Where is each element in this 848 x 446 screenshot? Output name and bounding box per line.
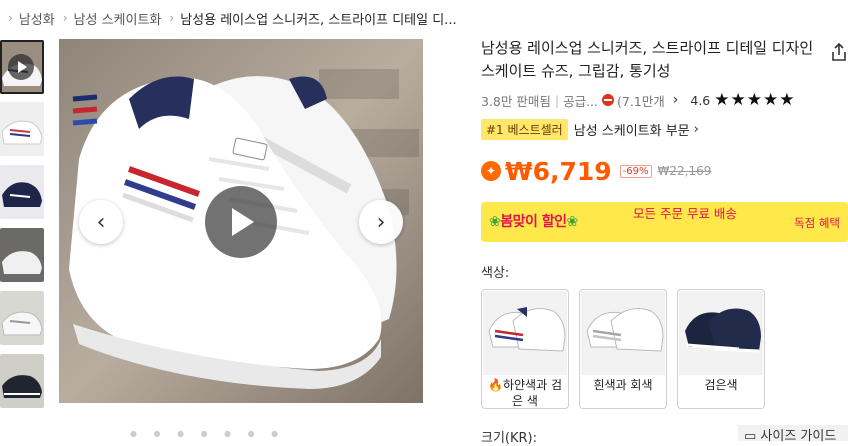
color-option-label: 검은색 xyxy=(704,378,738,392)
play-icon xyxy=(8,54,34,80)
promo-title: ❀봄맞이 할인❀ xyxy=(489,214,579,230)
share-icon[interactable] xyxy=(830,42,848,62)
chevron-left-icon: ‹ xyxy=(96,209,106,235)
color-swatch-image xyxy=(679,291,763,375)
fire-icon: 🔥 xyxy=(488,378,503,392)
discount-badge: -69% xyxy=(619,164,652,178)
current-price: ₩6,719 xyxy=(505,156,612,186)
breadcrumb-item-skate-shoes[interactable]: 남성 스케이트화 xyxy=(74,9,162,28)
rating-value: 4.6 xyxy=(690,92,711,108)
promo-exclusive: 독점 혜택 xyxy=(794,216,840,230)
chevron-right-icon: › xyxy=(8,11,13,25)
color-option-label: 흰색과 회색 xyxy=(593,378,653,392)
chevron-right-icon: › xyxy=(693,121,699,137)
promo-text: 모든 주문 무료 배송 xyxy=(633,206,737,221)
divider: | xyxy=(554,92,560,108)
product-main-image[interactable]: ‹ › xyxy=(59,39,423,403)
leaf-icon: ❀ xyxy=(489,214,501,230)
original-price: ₩22,169 xyxy=(657,164,712,178)
thumbnail-list xyxy=(0,40,46,410)
previous-image-button[interactable]: ‹ xyxy=(79,200,123,244)
chevron-right-icon: › xyxy=(169,11,175,25)
leaf-icon: ❀ xyxy=(566,214,579,230)
color-label: 색상: xyxy=(481,266,510,281)
thumbnail-image[interactable] xyxy=(0,228,44,282)
play-video-button[interactable] xyxy=(205,186,277,258)
color-swatch-image xyxy=(483,291,567,375)
color-swatch-image xyxy=(581,291,665,375)
bestseller-badge: #1 베스트셀러 xyxy=(481,118,568,140)
supplier-label[interactable]: 공급... xyxy=(563,91,598,110)
breadcrumb-item-current: 남성용 레이스업 스니커즈, 스트라이프 디테일 디... xyxy=(180,12,457,28)
product-meta: 3.8만 판매됨 | 공급... (7.1만개 › 4.6 ★★★★★ xyxy=(481,90,848,110)
bestseller-category: 남성 스케이트화 부문 xyxy=(573,123,690,139)
breadcrumb-item-mens-shoes[interactable]: 남성화 xyxy=(19,9,55,28)
thumbnail-image[interactable] xyxy=(0,291,44,345)
product-title: 남성용 레이스업 스니커즈, 스트라이프 디테일 디자인 스케이트 슈즈, 그립… xyxy=(481,39,814,80)
thumbnail-video[interactable] xyxy=(0,40,44,94)
chevron-right-icon[interactable]: › xyxy=(673,92,679,108)
thumbnail-image[interactable] xyxy=(0,102,44,156)
thumbnail-image[interactable] xyxy=(0,165,44,219)
sold-count: 3.8만 판매됨 xyxy=(481,93,551,109)
bestseller-line[interactable]: #1 베스트셀러 남성 스케이트화 부문 › xyxy=(481,118,699,140)
breadcrumb: › 남성화 › 남성 스케이트화 › 남성용 레이스업 스니커즈, 스트라이프 … xyxy=(0,0,848,36)
color-option-label: 하얀색과 검은 색 xyxy=(502,378,562,408)
next-image-button[interactable]: › xyxy=(359,200,403,244)
color-option-black[interactable]: 검은색 xyxy=(677,289,765,409)
no-entry-icon xyxy=(602,94,614,106)
promo-banner[interactable]: ❀봄맞이 할인❀ 모든 주문 무료 배송 독점 혜택 xyxy=(481,202,848,242)
chevron-right-icon: › xyxy=(62,11,68,25)
star-rating[interactable]: ★★★★★ xyxy=(714,90,795,110)
review-count[interactable]: (7.1만개 xyxy=(617,91,665,110)
flash-deal-icon: ✦ xyxy=(481,161,501,181)
color-option-white-gray[interactable]: 흰색과 회색 xyxy=(579,289,667,409)
thumbnail-image[interactable] xyxy=(0,354,44,408)
chevron-right-icon: › xyxy=(376,209,386,235)
size-guide-link[interactable]: ▭ 사이즈 가이드 xyxy=(738,425,848,444)
price-line: ✦ ₩6,719 -69% ₩22,169 xyxy=(481,154,711,188)
color-option-white-black[interactable]: 🔥하얀색과 검은 색 xyxy=(481,289,569,409)
